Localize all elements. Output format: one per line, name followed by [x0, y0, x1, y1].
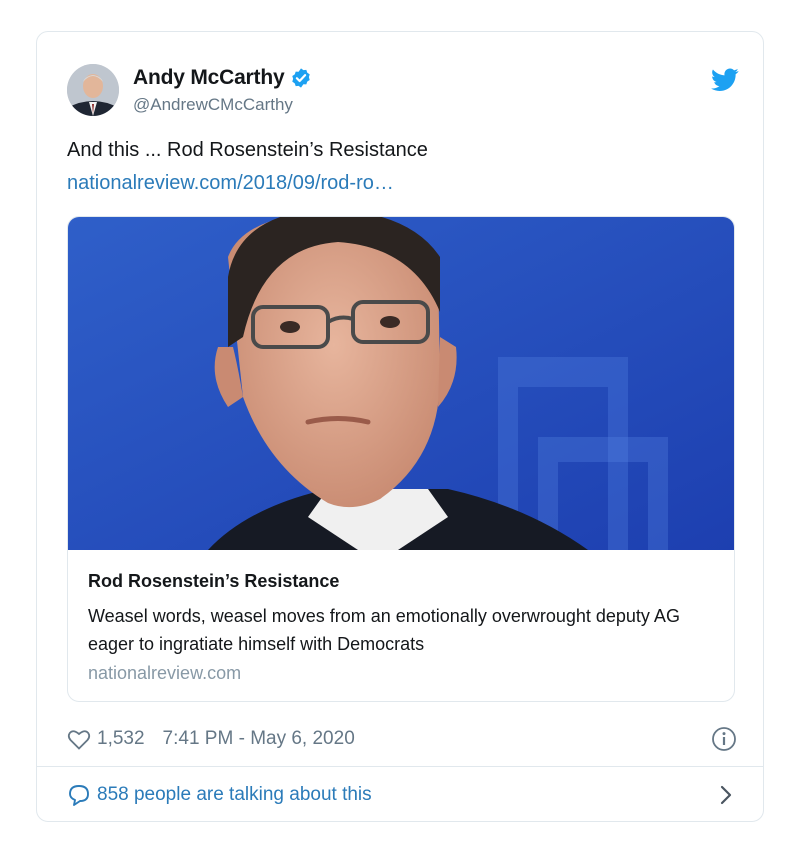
tweet-embed-card: Andy McCarthy @AndrewCMcCarthy And this …	[36, 31, 764, 822]
card-title[interactable]: Rod Rosenstein’s Resistance	[88, 571, 339, 592]
author-display-name[interactable]: Andy McCarthy	[133, 66, 285, 90]
info-icon[interactable]	[711, 726, 737, 752]
twitter-bird-icon[interactable]	[711, 68, 739, 92]
speech-bubble-icon	[69, 785, 89, 806]
card-domain: nationalreview.com	[88, 663, 242, 683]
card-image[interactable]	[68, 217, 735, 550]
like-count[interactable]: 1,532	[97, 728, 145, 750]
tweet-timestamp[interactable]: 7:41 PM - May 6, 2020	[163, 728, 355, 750]
author-handle[interactable]: @AndrewCMcCarthy	[133, 95, 293, 115]
divider	[37, 766, 763, 767]
tweet-meta-row: 1,532 7:41 PM - May 6, 2020	[67, 725, 737, 753]
conversation-link[interactable]: 858 people are talking about this	[67, 780, 737, 810]
tweet-link[interactable]: nationalreview.com/2018/09/rod-ro…	[67, 172, 394, 195]
tweet-text: And this ... Rod Rosenstein’s Resistance	[67, 139, 428, 161]
author-name-row[interactable]: Andy McCarthy	[133, 66, 312, 90]
heart-icon[interactable]	[67, 728, 91, 750]
link-preview-card[interactable]: Rod Rosenstein’s Resistance Weasel words…	[67, 216, 735, 702]
tweet-header: Andy McCarthy @AndrewCMcCarthy	[67, 62, 739, 118]
author-avatar[interactable]	[67, 64, 119, 116]
conversation-text[interactable]: 858 people are talking about this	[97, 784, 372, 806]
chevron-right-icon[interactable]	[719, 785, 733, 805]
card-description: Weasel words, weasel moves from an emoti…	[88, 606, 680, 654]
verified-badge-icon	[292, 68, 311, 88]
